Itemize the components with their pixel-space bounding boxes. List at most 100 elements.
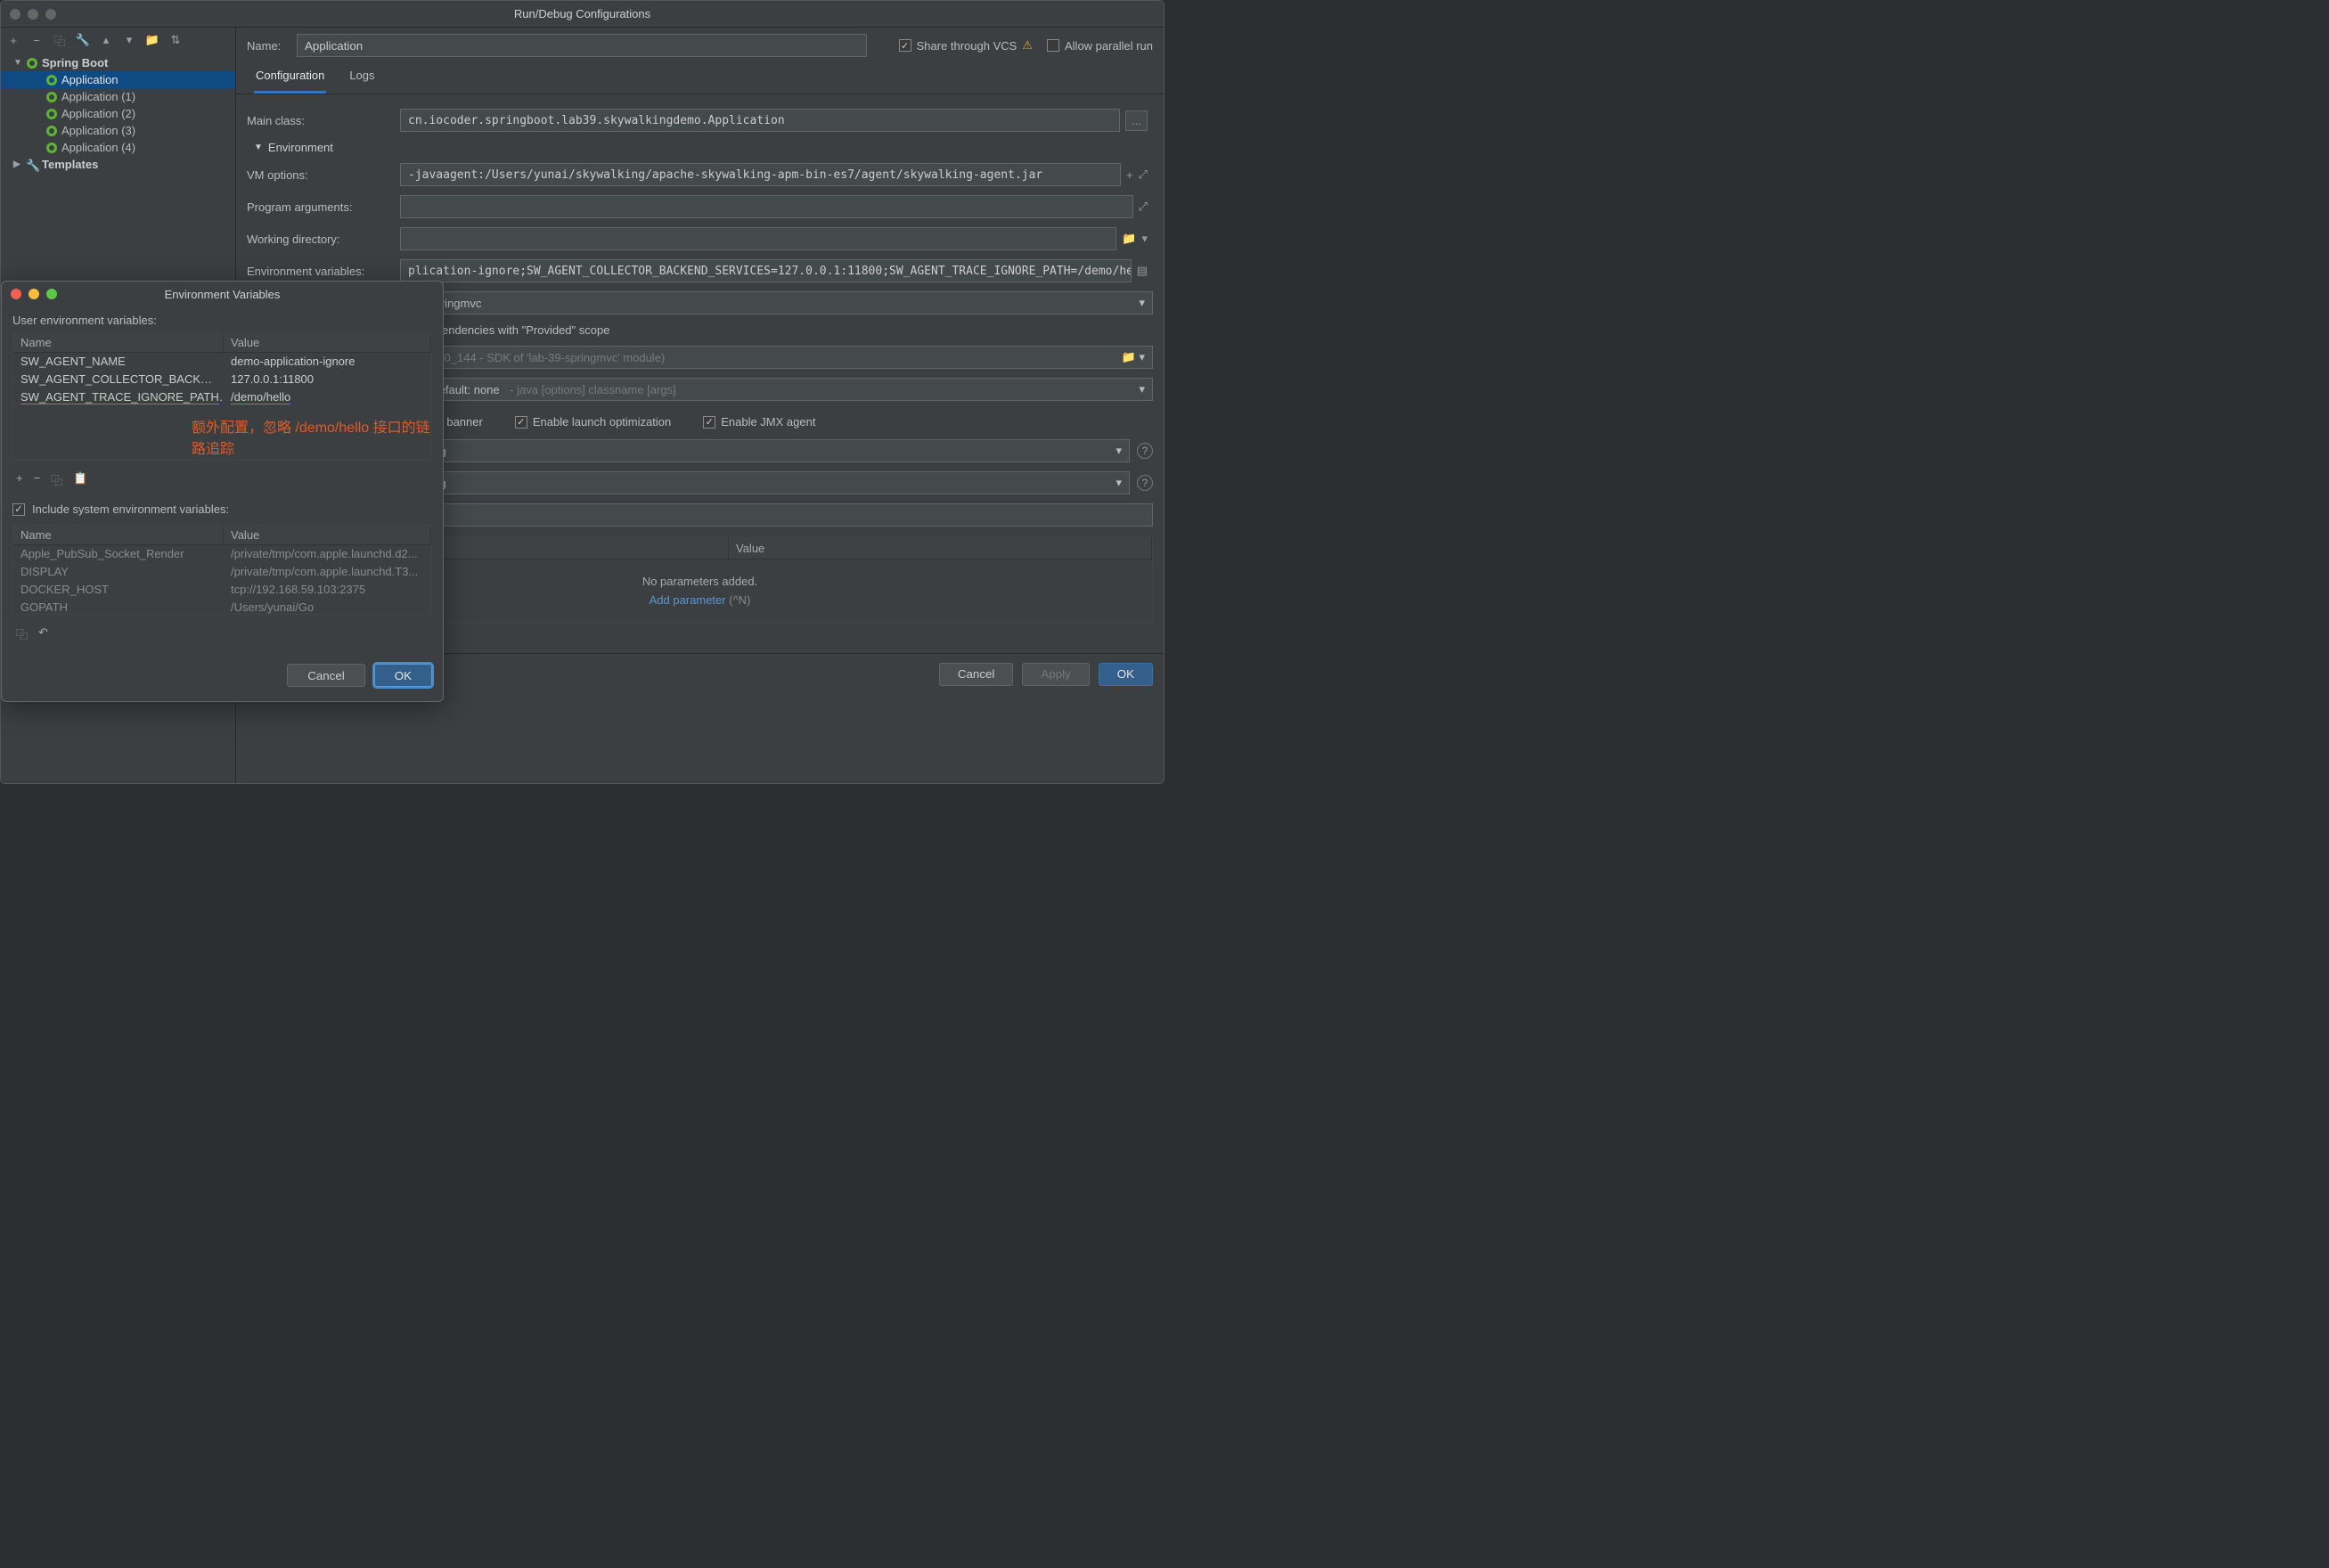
paste-row-icon[interactable]: 📋: [73, 471, 87, 488]
close-dot[interactable]: [10, 9, 20, 20]
shorten-cmdline-select[interactable]: ocal default: none - java [options] clas…: [400, 378, 1153, 401]
move-up-icon[interactable]: ▴: [99, 33, 113, 47]
ok-button[interactable]: OK: [1099, 663, 1153, 686]
copy-config-icon[interactable]: ⿻: [53, 33, 67, 47]
share-vcs-label: Share through VCS: [917, 39, 1017, 53]
sys-row[interactable]: GOPATH/Users/yunai/Go: [13, 599, 431, 614]
annotation-text: 额外配置，忽略 /demo/hello 接口的链路追踪: [13, 406, 431, 460]
min-dot[interactable]: [28, 9, 38, 20]
program-args-label: Program arguments:: [247, 200, 400, 214]
env-row[interactable]: SW_AGENT_COLLECTOR_BACKEN...127.0.0.1:11…: [13, 371, 431, 388]
sys-row[interactable]: DOCKER_HOSTtcp://192.168.59.103:2375: [13, 581, 431, 599]
expand-icon[interactable]: ⤢: [1139, 167, 1148, 182]
edit-env-button[interactable]: ▤: [1137, 264, 1148, 278]
share-vcs-checkbox[interactable]: Share through VCS ⚠: [899, 38, 1033, 53]
cancel-button[interactable]: Cancel: [939, 663, 1014, 686]
working-dir-input[interactable]: [400, 227, 1116, 250]
undo-icon[interactable]: ↶: [38, 625, 48, 642]
remove-config-icon[interactable]: −: [29, 33, 44, 47]
chevron-down-icon: ▾: [1115, 476, 1122, 490]
apply-button[interactable]: Apply: [1022, 663, 1089, 686]
max-dot[interactable]: [45, 9, 56, 20]
working-dir-label: Working directory:: [247, 233, 400, 246]
spring-boot-icon: [45, 125, 58, 137]
env-row[interactable]: SW_AGENT_NAMEdemo-application-ignore: [13, 353, 431, 371]
main-class-label: Main class:: [247, 114, 400, 127]
include-system-label: Include system environment variables:: [32, 502, 229, 516]
override-params-input[interactable]: [378, 503, 1153, 527]
dialog-ok-button[interactable]: OK: [374, 664, 432, 687]
move-down-icon[interactable]: ▾: [122, 33, 136, 47]
environment-section-header[interactable]: ▼ Environment: [254, 141, 1153, 154]
env-col-name: Name: [13, 333, 224, 352]
vm-options-input[interactable]: -javaagent:/Users/yunai/skywalking/apach…: [400, 163, 1121, 186]
tree-item-application[interactable]: Application: [1, 71, 235, 88]
max-dot[interactable]: [46, 289, 57, 299]
help-icon[interactable]: ?: [1137, 443, 1153, 459]
tree-item-application-3[interactable]: Application (3): [1, 122, 235, 139]
on-deactivate-select[interactable]: nothing▾: [400, 471, 1130, 494]
tab-configuration[interactable]: Configuration: [254, 63, 326, 94]
close-dot[interactable]: [11, 289, 21, 299]
titlebar: Run/Debug Configurations: [1, 1, 1164, 28]
add-config-icon[interactable]: +: [6, 33, 20, 47]
tab-logs[interactable]: Logs: [347, 63, 376, 94]
caret-right-icon: ▶: [13, 159, 22, 169]
expand-icon[interactable]: ⤢: [1139, 200, 1148, 214]
include-system-checkbox[interactable]: [12, 503, 25, 516]
env-vars-label: Environment variables:: [247, 265, 400, 278]
env-toolbar: + − ⿻ 📋: [12, 466, 432, 494]
tree-item-label: Application (3): [61, 124, 135, 137]
on-update-select[interactable]: nothing▾: [400, 439, 1130, 462]
chevron-down-icon: ▾: [1139, 350, 1145, 363]
header-row: Name: Share through VCS ⚠ Allow parallel…: [236, 28, 1164, 63]
add-parameter-link[interactable]: Add parameter (^N): [650, 593, 751, 607]
tree-group-spring-boot[interactable]: ▼ Spring Boot: [1, 54, 235, 71]
module-classpath-select[interactable]: -39-springmvc▾: [400, 291, 1153, 314]
tree-item-application-4[interactable]: Application (4): [1, 139, 235, 156]
copy-row-icon[interactable]: ⿻: [51, 471, 62, 488]
folder-icon[interactable]: 📁: [145, 33, 159, 47]
spring-boot-icon: [45, 142, 58, 154]
tree-group-label: Spring Boot: [42, 56, 108, 69]
tree-group-templates[interactable]: ▶ 🔧 Templates: [1, 156, 235, 173]
help-icon[interactable]: ?: [1137, 475, 1153, 491]
main-class-input[interactable]: cn.iocoder.springboot.lab39.skywalkingde…: [400, 109, 1120, 132]
system-env-table: Name Value Apple_PubSub_Socket_Render/pr…: [12, 525, 432, 615]
sort-icon[interactable]: ⇅: [168, 33, 183, 47]
tree-item-application-1[interactable]: Application (1): [1, 88, 235, 105]
dialog-titlebar: Environment Variables: [2, 282, 443, 306]
tree-item-application-2[interactable]: Application (2): [1, 105, 235, 122]
wrench-icon: 🔧: [26, 159, 38, 171]
copy-sys-icon[interactable]: ⿻: [16, 625, 28, 642]
chevron-down-icon: ▾: [1139, 296, 1145, 310]
add-row-icon[interactable]: +: [16, 471, 23, 488]
wrench-icon[interactable]: 🔧: [76, 33, 90, 47]
dialog-cancel-button[interactable]: Cancel: [287, 664, 365, 687]
sys-row[interactable]: DISPLAY/private/tmp/com.apple.launchd.T3…: [13, 563, 431, 581]
chevron-down-icon[interactable]: ▾: [1141, 232, 1148, 246]
browse-class-button[interactable]: ...: [1125, 110, 1148, 131]
jre-select[interactable]: lt(1.8.0_144 - SDK of 'lab-39-springmvc'…: [400, 346, 1153, 369]
insert-macro-icon[interactable]: +: [1126, 168, 1133, 182]
jmx-agent-checkbox[interactable]: Enable JMX agent: [703, 415, 815, 429]
parallel-run-checkbox[interactable]: Allow parallel run: [1047, 39, 1153, 53]
name-input[interactable]: [297, 34, 867, 57]
env-row[interactable]: SW_AGENT_TRACE_IGNORE_PATH/demo/hello: [13, 388, 431, 406]
min-dot[interactable]: [29, 289, 39, 299]
sys-row[interactable]: Apple_PubSub_Socket_Render/private/tmp/c…: [13, 545, 431, 563]
parallel-label: Allow parallel run: [1065, 39, 1153, 53]
env-vars-input[interactable]: plication-ignore;SW_AGENT_COLLECTOR_BACK…: [400, 259, 1132, 282]
folder-icon[interactable]: 📁: [1122, 232, 1136, 246]
ptable-empty-label: No parameters added.: [642, 575, 757, 588]
tree-group-label: Templates: [42, 158, 98, 171]
program-args-input[interactable]: [400, 195, 1133, 218]
tree-item-label: Application: [61, 73, 118, 86]
window-title: Run/Debug Configurations: [514, 7, 650, 20]
tree-item-label: Application (4): [61, 141, 135, 154]
chevron-down-icon: ▾: [1115, 444, 1122, 458]
remove-row-icon[interactable]: −: [34, 471, 41, 488]
config-tabs: Configuration Logs: [236, 63, 1164, 94]
spring-boot-icon: [45, 91, 58, 103]
launch-opt-checkbox[interactable]: Enable launch optimization: [515, 415, 671, 429]
